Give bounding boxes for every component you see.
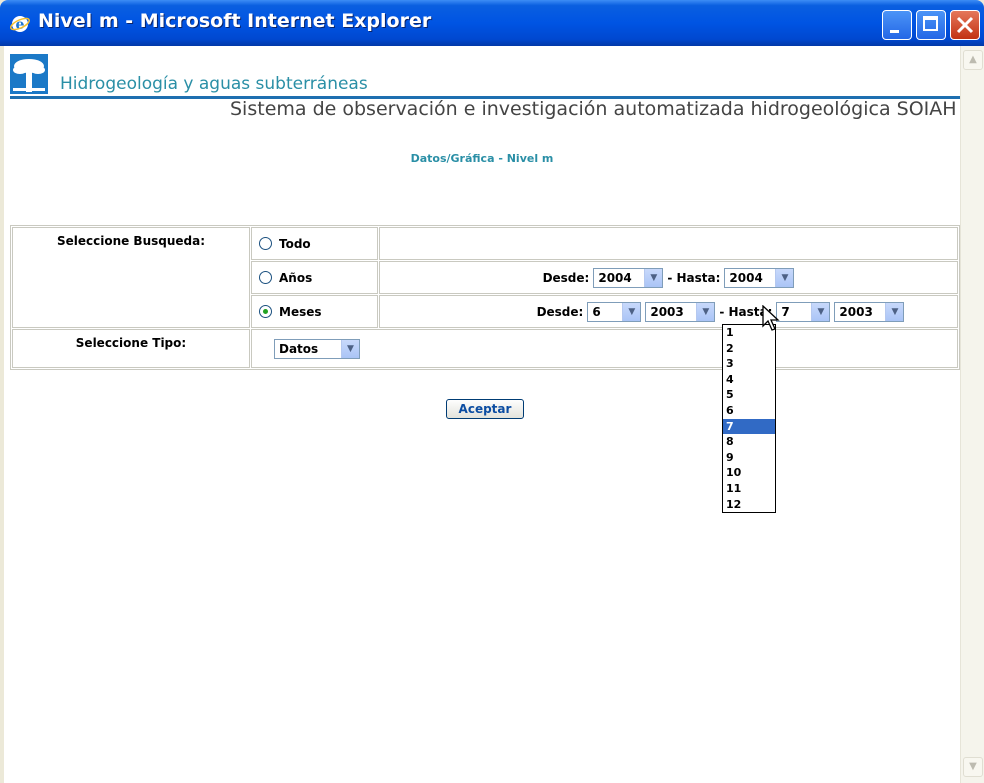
tipo-value: Datos [279, 341, 319, 356]
site-title: Hidrogeología y aguas subterráneas [60, 74, 368, 94]
radio-anos-label: Años [279, 270, 313, 285]
dropdown-option[interactable]: 11 [723, 481, 775, 497]
page-content: Hidrogeología y aguas subterráneas Siste… [4, 46, 960, 783]
chevron-down-icon[interactable]: ▼ [341, 339, 359, 358]
chevron-down-icon[interactable]: ▼ [644, 268, 663, 287]
chevron-down-icon[interactable]: ▼ [775, 268, 794, 287]
dropdown-option[interactable]: 3 [723, 356, 775, 372]
anos-desde-label: Desde: [542, 270, 590, 285]
meses-desde-year-select[interactable]: 2003 ▼ [645, 301, 716, 322]
radio-meses-circle[interactable] [259, 305, 272, 318]
close-icon [956, 16, 974, 34]
anos-desde-year-select[interactable]: 2004 ▼ [593, 267, 664, 288]
mouse-cursor-icon [762, 305, 780, 331]
meses-hasta-year-select[interactable]: 2003 ▼ [834, 301, 905, 322]
anos-hasta-year-value: 2004 [729, 270, 763, 285]
dropdown-option[interactable]: 9 [723, 450, 775, 466]
aceptar-button[interactable]: Aceptar [446, 399, 524, 419]
dropdown-option[interactable]: 4 [723, 372, 775, 388]
chevron-down-icon[interactable]: ▼ [885, 302, 904, 321]
radio-meses[interactable]: Meses [252, 305, 377, 319]
ie-icon: e [10, 16, 30, 33]
radio-todo-circle[interactable] [259, 237, 272, 250]
meses-desde-month-select[interactable]: 6 ▼ [587, 301, 642, 322]
close-button[interactable] [950, 10, 980, 40]
window-title: Nivel m - Microsoft Internet Explorer [38, 10, 432, 32]
meses-hasta-month-select[interactable]: 7 ▼ [776, 301, 831, 322]
type-label: Seleccione Tipo: [12, 329, 250, 368]
chevron-down-icon[interactable]: ▼ [811, 302, 830, 321]
minimize-button[interactable] [882, 10, 912, 40]
chevron-down-icon[interactable]: ▼ [622, 302, 641, 321]
dropdown-option[interactable]: 12 [723, 497, 775, 513]
radio-todo[interactable]: Todo [252, 237, 377, 251]
page-title: Datos/Gráfica - Nivel m [410, 152, 554, 165]
meses-desde-label: Desde: [536, 304, 584, 319]
dropdown-option[interactable]: 10 [723, 465, 775, 481]
dropdown-option[interactable]: 6 [723, 403, 775, 419]
search-form-table: Seleccione Busqueda: Todo Años Desde: 20… [10, 225, 960, 370]
meses-hasta-year-value: 2003 [839, 304, 873, 319]
month-dropdown-list[interactable]: 1 2 3 4 5 6 7 8 9 10 11 12 [722, 324, 776, 514]
anos-hasta-label: - Hasta: [667, 270, 721, 285]
palm-tree-logo-icon [10, 54, 48, 94]
dropdown-option[interactable]: 7 [723, 418, 775, 435]
system-name: Sistema de observación e investigación a… [230, 98, 957, 120]
radio-meses-label: Meses [279, 304, 322, 319]
radio-anos-circle[interactable] [259, 271, 272, 284]
chevron-down-icon[interactable]: ▼ [696, 302, 715, 321]
dropdown-option[interactable]: 2 [723, 341, 775, 357]
anos-hasta-year-select[interactable]: 2004 ▼ [724, 267, 795, 288]
anos-desde-year-value: 2004 [598, 270, 632, 285]
scroll-up-icon[interactable]: ▲ [963, 50, 983, 70]
meses-desde-month-value: 6 [592, 304, 601, 319]
scroll-down-icon[interactable]: ▼ [963, 757, 983, 777]
dropdown-option[interactable]: 5 [723, 387, 775, 403]
vertical-scrollbar[interactable]: ▲ ▼ [960, 46, 984, 783]
tipo-select[interactable]: Datos ▼ [274, 338, 360, 359]
meses-desde-year-value: 2003 [650, 304, 684, 319]
search-label: Seleccione Busqueda: [12, 227, 250, 328]
title-bar: e Nivel m - Microsoft Internet Explorer [0, 0, 984, 46]
maximize-button[interactable] [916, 10, 946, 40]
radio-anos[interactable]: Años [252, 271, 377, 285]
radio-todo-label: Todo [279, 236, 311, 251]
dropdown-option[interactable]: 8 [723, 434, 775, 450]
